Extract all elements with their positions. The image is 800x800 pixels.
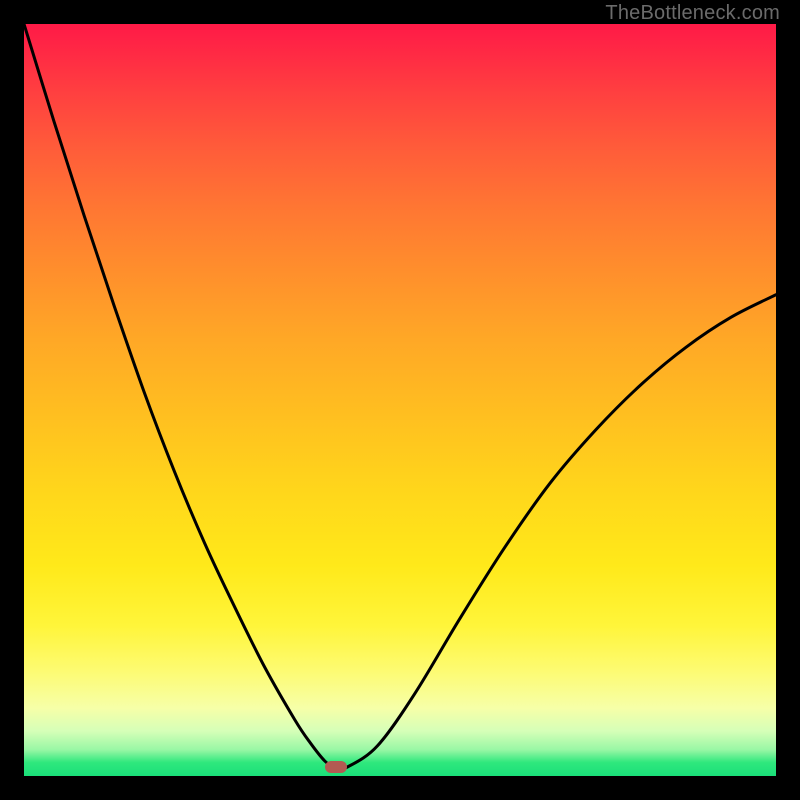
watermark-text: TheBottleneck.com [605,2,780,25]
chart-frame: TheBottleneck.com [0,0,800,800]
bottleneck-curve [24,24,776,770]
optimum-marker [325,761,347,773]
plot-area [24,24,776,776]
curve-svg [24,24,776,776]
